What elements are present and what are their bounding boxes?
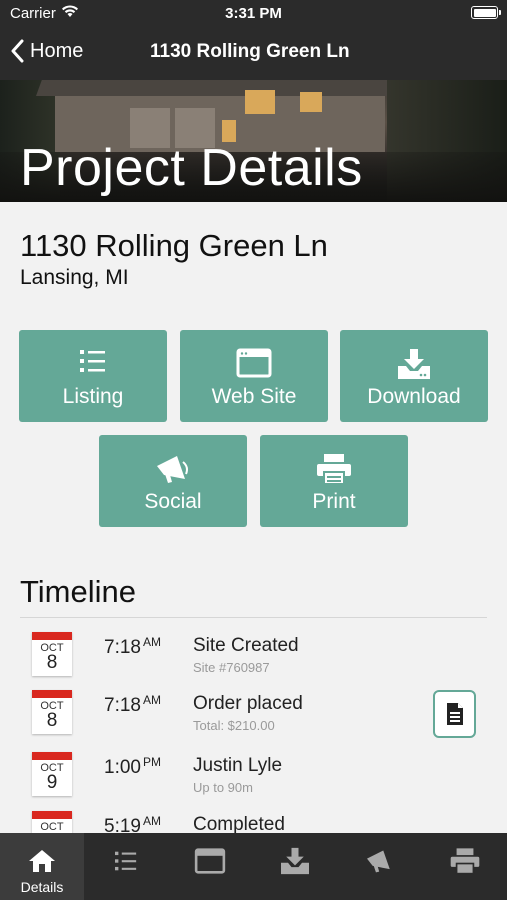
list-icon [19, 348, 167, 382]
hero-title: Project Details [20, 139, 363, 197]
print-label: Print [312, 490, 356, 513]
tab-download[interactable] [253, 833, 337, 900]
timeline-event-detail: Site #760987 [193, 660, 270, 675]
timeline-item: OCT 8 7:18 AM Order placed Total: $210.00 [0, 690, 507, 748]
chevron-left-icon [11, 39, 24, 63]
tab-website[interactable] [168, 833, 252, 900]
calendar-icon: OCT 8 [32, 632, 72, 676]
social-button[interactable]: Social [99, 435, 247, 527]
tab-details-label: Details [20, 879, 64, 895]
nav-title: 1130 Rolling Green Ln [150, 41, 350, 62]
download-tray-icon [340, 348, 488, 382]
tab-print[interactable] [423, 833, 507, 900]
invoice-button[interactable] [433, 690, 476, 738]
hero-banner: Project Details [0, 80, 507, 202]
printer-icon [260, 453, 408, 487]
timeline-event-title: Site Created [193, 635, 299, 656]
download-button[interactable]: Download [340, 330, 488, 422]
timeline-event-title: Justin Lyle [193, 755, 283, 776]
listing-button[interactable]: Listing [19, 330, 167, 422]
social-label: Social [144, 490, 202, 513]
timeline-item: OCT 8 7:18 AM Site Created Site #760987 [0, 632, 507, 690]
tab-bar: Details [0, 833, 507, 900]
divider [20, 617, 487, 618]
calendar-icon: OCT 9 [32, 752, 72, 796]
navigation-bar: Home 1130 Rolling Green Ln [0, 26, 507, 80]
status-bar: Carrier 3:31 PM [0, 0, 507, 26]
tab-details[interactable]: Details [0, 833, 84, 900]
back-button[interactable]: Home [10, 39, 83, 63]
megaphone-icon [365, 847, 395, 875]
timeline-time: 7:18 AM [104, 635, 161, 658]
download-label: Download [367, 385, 461, 408]
list-icon [114, 847, 138, 875]
printer-icon [449, 847, 481, 875]
browser-window-icon [194, 847, 226, 875]
timeline-event-detail: Up to 90m [193, 780, 253, 795]
tab-listing[interactable] [84, 833, 168, 900]
calendar-icon: OCT 8 [32, 690, 72, 734]
tab-social[interactable] [338, 833, 422, 900]
timeline-item: OCT 9 1:00 PM Justin Lyle Up to 90m [0, 752, 507, 810]
timeline-time: 1:00 PM [104, 755, 161, 778]
megaphone-icon [99, 453, 247, 487]
clock: 3:31 PM [225, 5, 282, 22]
timeline-heading: Timeline [20, 574, 136, 609]
timeline-time: 7:18 AM [104, 693, 161, 716]
back-label: Home [30, 39, 84, 62]
website-button[interactable]: Web Site [180, 330, 328, 422]
browser-window-icon [180, 348, 328, 382]
battery-icon [471, 6, 501, 19]
listing-label: Listing [62, 385, 124, 408]
property-address: 1130 Rolling Green Ln Lansing, MI [20, 228, 328, 290]
document-icon [446, 703, 463, 725]
website-label: Web Site [211, 385, 297, 408]
timeline-event-title: Order placed [193, 693, 303, 714]
city-state: Lansing, MI [20, 266, 129, 289]
street-address: 1130 Rolling Green Ln [20, 228, 328, 263]
timeline-event-detail: Total: $210.00 [193, 718, 275, 733]
download-tray-icon [279, 847, 311, 875]
print-button[interactable]: Print [260, 435, 408, 527]
home-icon [28, 847, 56, 875]
